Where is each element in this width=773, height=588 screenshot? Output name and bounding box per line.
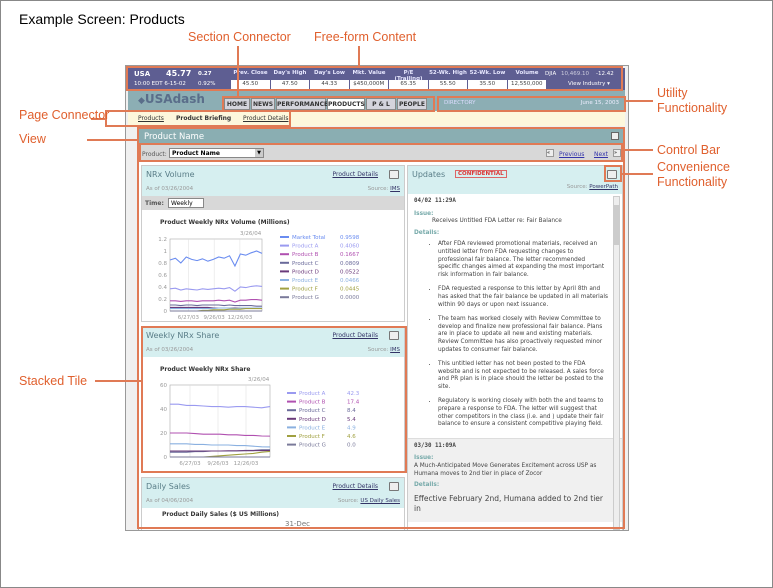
- label-control-bar: Control Bar: [657, 143, 721, 157]
- label-stacked-tile: Stacked Tile: [19, 374, 88, 388]
- leader-line: [625, 100, 653, 102]
- logo: ◆USAdash: [138, 92, 205, 106]
- label-convenience: Convenience Functionality: [657, 160, 730, 189]
- label-view: View: [19, 132, 46, 146]
- page-title: Example Screen: Products: [19, 11, 185, 27]
- label-page-connector: Page Connector: [19, 108, 110, 122]
- stacked-tile-box: [141, 326, 407, 473]
- page-connector-box: [105, 110, 291, 127]
- leader-line: [623, 149, 653, 151]
- convenience-box: [604, 165, 622, 182]
- leader-line: [237, 46, 239, 98]
- freeform-box: [126, 66, 623, 91]
- leader-line: [358, 46, 360, 67]
- leader-line: [95, 380, 142, 382]
- leader-line: [622, 173, 653, 175]
- control-bar-box: [139, 143, 623, 162]
- utility-box: [437, 96, 626, 112]
- label-utility: Utility Functionality: [657, 86, 728, 115]
- leader-line: [87, 139, 138, 141]
- label-freeform: Free-form Content: [314, 30, 417, 44]
- logo-diamond-icon: ◆: [138, 96, 145, 106]
- label-section-connector: Section Connector: [188, 30, 291, 44]
